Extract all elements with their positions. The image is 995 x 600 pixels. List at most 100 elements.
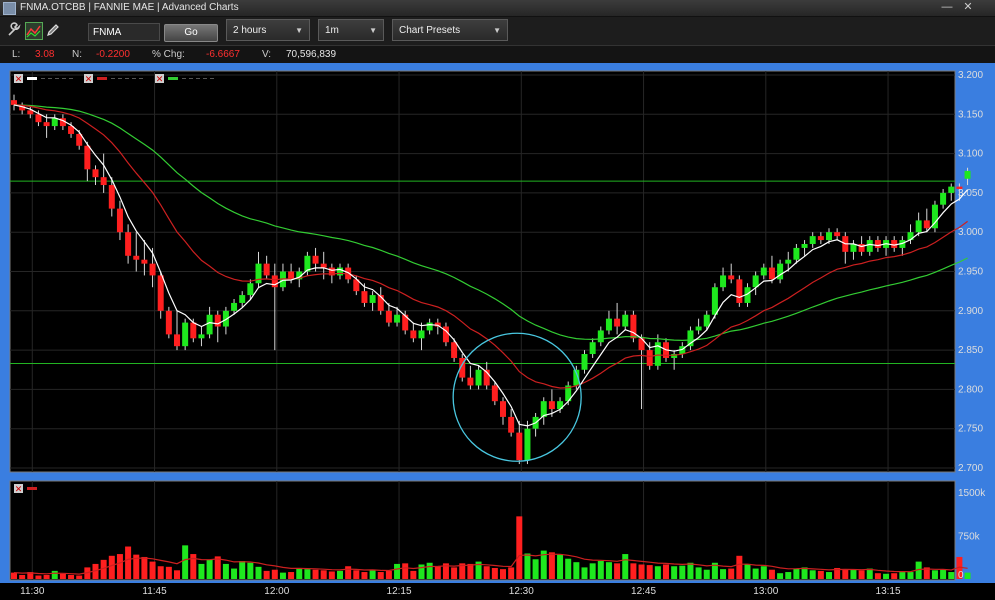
candle-body xyxy=(614,318,621,327)
candle-body xyxy=(418,330,425,339)
minimize-button[interactable]: — xyxy=(940,1,954,14)
volume-bar xyxy=(801,567,808,579)
candle-body xyxy=(491,385,498,402)
legend-x-glyph: ✕ xyxy=(15,484,23,494)
volume-bar xyxy=(508,567,515,579)
candle-body xyxy=(646,350,653,366)
quote-bar: L: 3.08 N: -0.2200 % Chg: -6.6667 V: 70,… xyxy=(0,46,995,64)
volume-bar xyxy=(557,554,564,579)
volume-bar xyxy=(76,575,83,579)
candle-body xyxy=(133,255,140,260)
candle-body xyxy=(948,186,955,193)
legend-x-glyph: ✕ xyxy=(156,74,164,84)
candle-body xyxy=(320,263,327,268)
volume-tick-label: 1500k xyxy=(958,488,986,499)
candle-body xyxy=(11,100,17,105)
volume-bar xyxy=(703,569,710,579)
period-dropdown[interactable]: 2 hours ▼ xyxy=(226,19,310,41)
volume-bar xyxy=(785,572,792,579)
go-button[interactable]: Go xyxy=(164,24,218,42)
wrench-icon[interactable] xyxy=(6,22,22,38)
candle-body xyxy=(964,170,971,179)
price-tick-label: 2.850 xyxy=(958,345,983,356)
candle-body xyxy=(866,240,873,252)
volume-bar xyxy=(19,574,26,579)
candle-body xyxy=(467,377,474,386)
volume-bar xyxy=(500,569,506,579)
candle-body xyxy=(198,334,205,339)
candle-body xyxy=(426,322,433,331)
candle-body xyxy=(500,401,506,417)
candle-body xyxy=(84,145,91,170)
volume-bar xyxy=(532,559,539,579)
candle-body xyxy=(695,326,702,331)
volume-bar xyxy=(141,556,148,579)
candle-body xyxy=(116,208,123,233)
candle-body xyxy=(51,118,58,127)
volume-bar xyxy=(296,568,303,579)
candle-body xyxy=(915,220,922,233)
candle-body xyxy=(785,259,792,264)
candle-body xyxy=(394,314,401,323)
volume-bar xyxy=(858,570,865,579)
candle-body xyxy=(891,240,898,248)
candle-body xyxy=(190,322,197,339)
legend-x-glyph: ✕ xyxy=(15,74,23,84)
volume-bar xyxy=(247,562,254,579)
candle-body xyxy=(703,314,710,327)
volume-bar xyxy=(337,570,343,579)
volume-bar xyxy=(907,572,914,579)
candle-body xyxy=(858,243,865,252)
candle-body xyxy=(508,416,515,433)
volume-bar xyxy=(157,566,164,579)
volume-bar xyxy=(760,566,767,579)
volume-bar xyxy=(826,572,832,579)
volume-bar xyxy=(671,566,678,579)
volume-tick-label: 750k xyxy=(958,532,981,543)
candle-body xyxy=(271,275,278,288)
time-tick-label: 11:45 xyxy=(142,586,167,597)
chevron-down-icon: ▼ xyxy=(493,26,501,35)
pencil-icon[interactable] xyxy=(45,22,61,38)
candle-body xyxy=(720,275,727,288)
volume-bar xyxy=(361,572,368,579)
symbol-input[interactable] xyxy=(88,23,160,41)
candle-body xyxy=(809,236,816,244)
volume-bar xyxy=(68,574,75,579)
close-button[interactable]: ✕ xyxy=(961,1,975,14)
candle-body xyxy=(548,401,555,410)
indicator-chart-icon[interactable] xyxy=(25,22,43,40)
chart-svg[interactable]: 3.200 3.150 3.100 3.050 3.000 2.950 2.900 2.850… xyxy=(0,63,995,600)
volume-bar xyxy=(418,564,425,579)
volume-bar xyxy=(720,569,727,579)
legend-swatch xyxy=(27,77,37,80)
volume-bar xyxy=(312,569,319,579)
chart-area[interactable]: 3.200 3.150 3.100 3.050 3.000 2.950 2.900 2.850… xyxy=(0,63,995,600)
chart-presets-dropdown[interactable]: Chart Presets ▼ xyxy=(392,19,508,41)
title-bar: FNMA.OTCBB | FANNIE MAE | Advanced Chart… xyxy=(0,0,995,17)
volume-bar xyxy=(255,566,262,579)
volume-bar xyxy=(434,566,441,579)
candle-body xyxy=(92,169,99,178)
volume-bar xyxy=(51,570,58,579)
pct-change-value: -6.6667 xyxy=(206,49,240,60)
candle-body xyxy=(728,275,735,280)
price-tick-label: 3.200 xyxy=(958,70,983,81)
interval-dropdown[interactable]: 1m ▼ xyxy=(318,19,384,41)
candle-body xyxy=(524,428,531,461)
volume-bar xyxy=(654,566,661,579)
volume-bar xyxy=(369,569,376,579)
candle-body xyxy=(940,192,947,205)
volume-bar xyxy=(573,562,580,579)
time-tick-label: 11:30 xyxy=(20,586,45,597)
candle-body xyxy=(263,263,270,276)
candle-body xyxy=(760,267,767,276)
period-value: 2 hours xyxy=(233,25,267,36)
volume-bar xyxy=(931,570,938,579)
volume-tick-label: 0 xyxy=(958,570,964,581)
price-tick-label: 3.150 xyxy=(958,109,983,120)
volume-bar xyxy=(728,568,735,579)
volume-bar xyxy=(589,563,596,579)
candle-body xyxy=(597,330,604,343)
volume-bar xyxy=(940,569,947,579)
